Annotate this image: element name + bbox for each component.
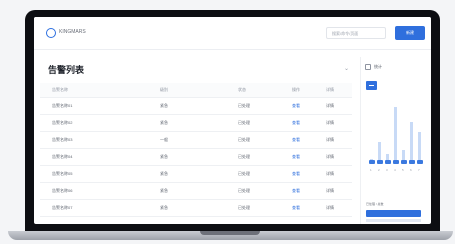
progress-track bbox=[366, 219, 421, 222]
cell-name: 告警名称05 bbox=[52, 171, 73, 176]
minus-icon bbox=[369, 85, 374, 86]
chart-bar-marker bbox=[392, 160, 399, 164]
cell-action-link[interactable]: 查看 bbox=[292, 115, 300, 131]
table-body: 告警名称01 紧急 已处理 查看 详情 告警名称02 紧急 已处理 查看 详情 告警名称03 一般 已处… bbox=[40, 98, 352, 217]
cell-detail-link[interactable]: 详情 bbox=[326, 183, 334, 199]
table-row[interactable]: 告警名称04 紧急 已处理 查看 详情 bbox=[40, 149, 352, 166]
logo-icon bbox=[46, 28, 56, 38]
chart-bar bbox=[418, 132, 421, 162]
chevron-down-icon[interactable]: ⌄ bbox=[344, 65, 349, 72]
chart-x-tick: 6 bbox=[410, 168, 412, 172]
cell-action-link[interactable]: 查看 bbox=[292, 183, 300, 199]
cell-level: 紧急 bbox=[160, 188, 168, 193]
cell-level: 紧急 bbox=[160, 171, 168, 176]
page-title: 告警列表 bbox=[48, 65, 85, 75]
table-row[interactable]: 告警名称01 紧急 已处理 查看 详情 bbox=[40, 98, 352, 115]
cell-status: 已处理 bbox=[238, 171, 250, 176]
cell-level: 紧急 bbox=[160, 154, 168, 159]
column-header-detail: 详情 bbox=[326, 87, 334, 92]
alert-table: 告警名称 级别 状态 操作 详情 告警名称01 紧急 已处理 查看 详情 告警名称02 紧急… bbox=[40, 83, 352, 217]
cell-level: 紧急 bbox=[160, 205, 168, 210]
table-row[interactable]: 告警名称03 一般 已处理 查看 详情 bbox=[40, 132, 352, 149]
chart-x-tick: 4 bbox=[394, 168, 396, 172]
app-screen: KINGMARS 搜索/命令/页面 新建 告警列表 ⌄ 告警名称 级别 状态 操… bbox=[34, 17, 431, 224]
cell-action-link[interactable]: 查看 bbox=[292, 200, 300, 216]
chart-bar-marker bbox=[384, 160, 391, 164]
table-row[interactable]: 告警名称07 紧急 已处理 查看 详情 bbox=[40, 200, 352, 217]
table-row[interactable]: 告警名称02 紧急 已处理 查看 详情 bbox=[40, 115, 352, 132]
cell-level: 紧急 bbox=[160, 120, 168, 125]
chart-x-tick: 3 bbox=[386, 168, 388, 172]
column-header-action: 操作 bbox=[292, 87, 300, 92]
cell-level: 一般 bbox=[160, 137, 168, 142]
cell-status: 已处理 bbox=[238, 137, 250, 142]
cell-detail-link[interactable]: 详情 bbox=[326, 98, 334, 114]
cell-detail-link[interactable]: 详情 bbox=[326, 166, 334, 182]
chart-bar-marker bbox=[376, 160, 383, 164]
cell-action-link[interactable]: 查看 bbox=[292, 132, 300, 148]
stats-title: 统计 bbox=[374, 64, 382, 69]
cell-status: 已处理 bbox=[238, 120, 250, 125]
cell-name: 告警名称02 bbox=[52, 120, 73, 125]
chart-bar-marker bbox=[400, 160, 407, 164]
top-bar: KINGMARS 搜索/命令/页面 新建 bbox=[34, 17, 431, 50]
stats-footer-label: 已处理 / 总数 bbox=[366, 202, 384, 206]
chart-bar-marker bbox=[368, 160, 375, 164]
table-row[interactable]: 告警名称06 紧急 已处理 查看 详情 bbox=[40, 183, 352, 200]
table-header: 告警名称 级别 状态 操作 详情 bbox=[40, 83, 352, 98]
search-input[interactable]: 搜索/命令/页面 bbox=[326, 27, 386, 39]
cell-status: 已处理 bbox=[238, 188, 250, 193]
chart-x-tick: 7 bbox=[418, 168, 420, 172]
cell-detail-link[interactable]: 详情 bbox=[326, 149, 334, 165]
chart-icon bbox=[365, 64, 371, 70]
chart-x-tick: 2 bbox=[378, 168, 380, 172]
table-row[interactable]: 告警名称05 紧急 已处理 查看 详情 bbox=[40, 166, 352, 183]
laptop-notch bbox=[200, 231, 260, 235]
column-header-status[interactable]: 状态 bbox=[238, 83, 246, 97]
column-header-level[interactable]: 级别 bbox=[160, 83, 168, 97]
cell-status: 已处理 bbox=[238, 103, 250, 108]
cell-name: 告警名称03 bbox=[52, 137, 73, 142]
chart-x-tick: 1 bbox=[370, 168, 372, 172]
chart-tab-button[interactable] bbox=[366, 81, 377, 90]
cell-name: 告警名称01 bbox=[52, 103, 73, 108]
cell-action-link[interactable]: 查看 bbox=[292, 166, 300, 182]
cell-level: 紧急 bbox=[160, 103, 168, 108]
cell-action-link[interactable]: 查看 bbox=[292, 149, 300, 165]
brand-name: KINGMARS bbox=[59, 29, 86, 35]
column-header-name[interactable]: 告警名称 bbox=[52, 83, 68, 97]
cell-status: 已处理 bbox=[238, 205, 250, 210]
cell-name: 告警名称04 bbox=[52, 154, 73, 159]
stats-panel: 统计 1 2 3 4 5 6 7 已处理 / 总数 bbox=[360, 57, 426, 224]
chart-x-tick: 5 bbox=[402, 168, 404, 172]
cell-status: 已处理 bbox=[238, 154, 250, 159]
cell-name: 告警名称07 bbox=[52, 205, 73, 210]
cell-name: 告警名称06 bbox=[52, 188, 73, 193]
chart-bar bbox=[394, 107, 397, 162]
chart-bar-marker bbox=[408, 160, 415, 164]
chart-bar bbox=[378, 142, 381, 162]
new-button[interactable]: 新建 bbox=[395, 26, 425, 40]
cell-detail-link[interactable]: 详情 bbox=[326, 132, 334, 148]
cell-detail-link[interactable]: 详情 bbox=[326, 115, 334, 131]
chart-bar bbox=[410, 122, 413, 162]
cell-action-link[interactable]: 查看 bbox=[292, 98, 300, 114]
cell-detail-link[interactable]: 详情 bbox=[326, 200, 334, 216]
chart-bar-marker bbox=[416, 160, 423, 164]
progress-bar bbox=[366, 210, 421, 217]
alert-list-panel: 告警列表 ⌄ 告警名称 级别 状态 操作 详情 告警名称01 紧急 已处理 查看 详情告… bbox=[40, 57, 352, 224]
bar-chart: 1 2 3 4 5 6 7 bbox=[364, 97, 424, 172]
